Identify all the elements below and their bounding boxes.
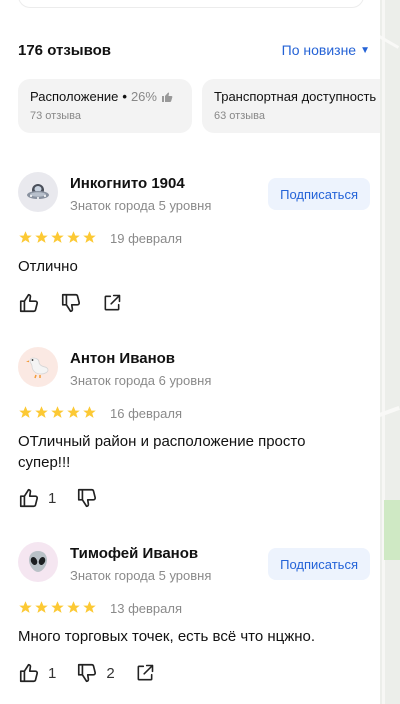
- star-icon: [51, 406, 64, 418]
- star-icon: [19, 406, 32, 418]
- star-icon: [19, 231, 32, 243]
- dislike-button[interactable]: 2: [76, 662, 115, 684]
- chip-location[interactable]: Расположение • 26% 73 отзыва: [18, 79, 192, 133]
- review-actions: 1: [18, 487, 118, 509]
- author-level: Знаток города 5 уровня: [70, 198, 212, 213]
- star-icon: [35, 406, 48, 418]
- star-icon: [83, 601, 96, 613]
- chip-title: Расположение: [30, 89, 119, 104]
- chip-title: Транспортная доступность: [214, 89, 377, 104]
- dislike-button[interactable]: [76, 487, 98, 509]
- star-icon: [35, 231, 48, 243]
- aspect-chips: Расположение • 26% 73 отзыва Транспортна…: [18, 79, 380, 133]
- star-icon: [51, 231, 64, 243]
- like-count: 1: [48, 664, 57, 682]
- review-actions: [18, 292, 142, 314]
- star-icon: [83, 231, 96, 243]
- alien-icon: [29, 551, 47, 572]
- thumb-down-icon: [61, 293, 81, 313]
- star-icon: [35, 601, 48, 613]
- thumb-up-icon: [161, 91, 173, 103]
- sort-button[interactable]: По новизне ▼: [282, 42, 370, 58]
- review-text: Много торговых точек, есть всё что нцжно…: [18, 628, 316, 645]
- review-date: 13 февраля: [110, 601, 182, 616]
- author-name[interactable]: Тимофей Иванов: [70, 545, 198, 562]
- chip-percent: 26%: [130, 89, 157, 104]
- thumb-down-icon: [78, 663, 97, 683]
- review-date: 16 февраля: [110, 406, 182, 421]
- chevron-down-icon: ▼: [360, 44, 370, 56]
- thumb-up-icon: [19, 293, 39, 313]
- author-level: Знаток города 5 уровня: [70, 568, 212, 583]
- chip-subtitle: 63 отзыва: [214, 110, 265, 122]
- author-name[interactable]: Антон Иванов: [70, 350, 175, 367]
- reviews-panel: 176 отзывов По новизне ▼ Расположение • …: [0, 0, 380, 704]
- goose-icon: [26, 357, 49, 379]
- star-icon: [83, 406, 96, 418]
- reviews-count: 176 отзывов: [18, 41, 112, 59]
- star-icon: [67, 231, 80, 243]
- dislike-button[interactable]: [60, 292, 82, 314]
- ufo-icon: [27, 184, 49, 199]
- reviews-header: 176 отзывов По новизне ▼: [18, 38, 370, 62]
- thumb-up-icon: [19, 663, 39, 683]
- thumb-up-icon: [19, 488, 39, 508]
- chip-transport[interactable]: Транспортная доступность 63 отзыва: [202, 79, 380, 133]
- like-count: 1: [48, 489, 57, 507]
- author-level: Знаток города 6 уровня: [70, 373, 212, 388]
- like-button[interactable]: 1: [18, 662, 56, 684]
- share-button[interactable]: [135, 663, 155, 683]
- avatar[interactable]: [18, 172, 58, 212]
- chip-subtitle: 73 отзыва: [30, 110, 81, 122]
- review-text: ОТличный район и расположение просто суп…: [18, 433, 306, 471]
- rating-stars: [18, 230, 97, 245]
- review-date: 19 февраля: [110, 231, 182, 246]
- share-button[interactable]: [102, 293, 122, 313]
- avatar[interactable]: [18, 347, 58, 387]
- sort-label: По новизне: [281, 42, 357, 58]
- share-icon: [137, 664, 153, 681]
- star-icon: [51, 601, 64, 613]
- like-button[interactable]: [18, 292, 40, 314]
- top-card-edge: [18, 0, 364, 8]
- rating-stars: [18, 405, 97, 420]
- star-icon: [67, 601, 80, 613]
- follow-button[interactable]: Подписаться: [268, 178, 370, 210]
- chip-separator: •: [122, 89, 127, 104]
- review-text: Отлично: [18, 258, 78, 275]
- author-name[interactable]: Инкогнито 1904: [70, 175, 185, 192]
- share-icon: [104, 294, 121, 311]
- dislike-count: 2: [106, 664, 115, 682]
- rating-stars: [18, 600, 97, 615]
- star-icon: [19, 601, 32, 613]
- avatar[interactable]: [18, 542, 58, 582]
- follow-button[interactable]: Подписаться: [268, 548, 370, 580]
- star-icon: [67, 406, 80, 418]
- thumb-down-icon: [78, 488, 97, 508]
- like-button[interactable]: 1: [18, 487, 56, 509]
- review-actions: 1 2: [18, 662, 175, 684]
